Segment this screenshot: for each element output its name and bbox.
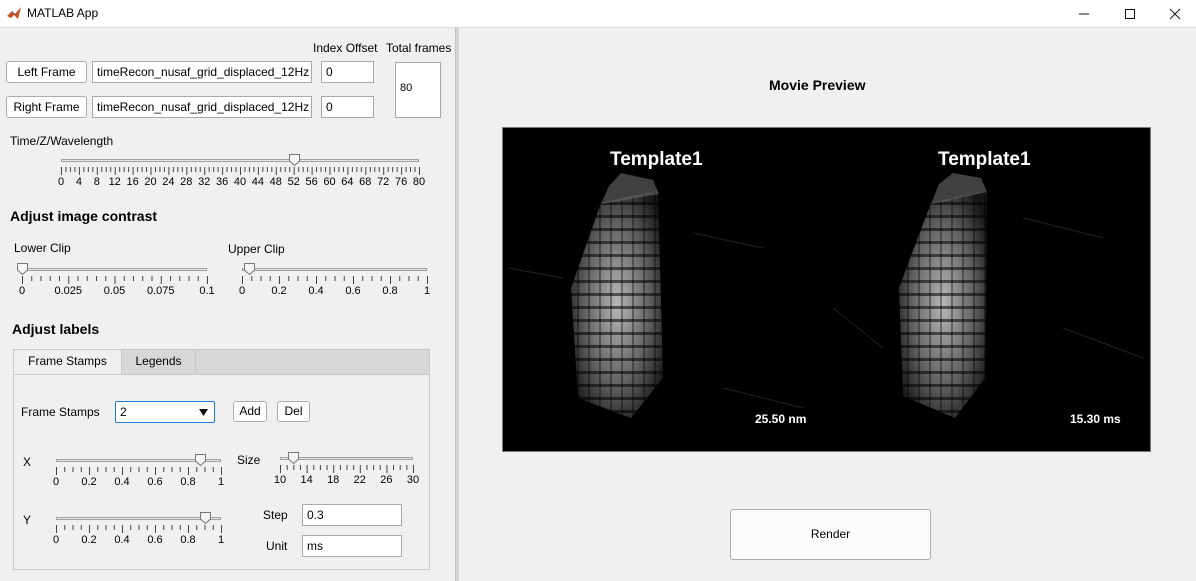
slider-thumb[interactable] (194, 454, 206, 466)
time-slider-label: Time/Z/Wavelength (10, 134, 114, 148)
movie-preview-image: Template1 Template1 25.50 nm 15.30 ms (502, 127, 1151, 452)
slider-tick-label: 1 (423, 285, 431, 297)
slider-tick-label: 0 (238, 285, 246, 297)
index-offset-label: Index Offset (313, 41, 378, 55)
tab-strip: Frame Stamps Legends (14, 350, 429, 375)
slider-tick-label: 22 (353, 474, 366, 486)
frame-stamps-dropdown[interactable]: 2 (115, 401, 215, 423)
maximize-button[interactable] (1107, 0, 1153, 27)
size-label: Size (237, 453, 261, 467)
slider-tick-label: 26 (380, 474, 393, 486)
render-button[interactable]: Render (730, 509, 931, 560)
minimize-icon (1079, 13, 1089, 15)
left-frame-object (571, 173, 663, 418)
frame-stamps-value: 2 (120, 405, 127, 419)
unit-field[interactable]: ms (302, 535, 402, 557)
slider-tick-label: 0.8 (180, 534, 196, 546)
slider-tick-label: 10 (273, 474, 287, 486)
slider-thumb[interactable] (244, 263, 256, 275)
right-file-field[interactable]: timeRecon_nusaf_grid_displaced_12Hz (92, 96, 312, 118)
left-frame-stamp: 25.50 nm (755, 412, 807, 426)
slider-tick-label: 0.8 (382, 285, 398, 297)
slider-tick-label: 18 (327, 474, 340, 486)
window-title: MATLAB App (27, 6, 99, 20)
title-bar: MATLAB App (0, 0, 1196, 28)
close-button[interactable] (1152, 0, 1196, 27)
right-frame-button[interactable]: Right Frame (6, 96, 87, 118)
left-frame-title: Template1 (610, 149, 703, 170)
slider-tick-label: 0.1 (199, 285, 215, 297)
step-label: Step (263, 508, 288, 522)
slider-tick-label: 0.6 (147, 476, 163, 488)
labels-heading: Adjust labels (12, 321, 100, 337)
slider-tick-label: 0.2 (81, 534, 97, 546)
right-frame-object (899, 173, 987, 418)
slider-tick-label: 0.4 (308, 285, 324, 297)
unit-label: Unit (266, 539, 288, 553)
add-button[interactable]: Add (233, 401, 267, 422)
slider-ticks (56, 467, 222, 475)
slider-tick-label: 0 (52, 476, 60, 488)
slider-tick-label: 0 (18, 285, 26, 297)
right-index-offset-field[interactable]: 0 (321, 96, 374, 118)
slider-thumb[interactable] (17, 263, 28, 275)
slider-ticks (61, 167, 420, 175)
slider-ticks (22, 276, 208, 284)
left-index-offset-field[interactable]: 0 (321, 61, 374, 83)
slider-tick-label: 1 (217, 534, 225, 546)
tab-frame-stamps[interactable]: Frame Stamps (14, 350, 122, 374)
frame-stamps-label: Frame Stamps (21, 405, 100, 419)
contrast-heading: Adjust image contrast (10, 208, 158, 224)
slider-track[interactable] (61, 159, 419, 162)
chevron-down-icon (199, 409, 208, 416)
step-field[interactable]: 0.3 (302, 504, 402, 526)
slider-track[interactable] (22, 268, 207, 271)
slider-tick-label: 0.4 (114, 476, 130, 488)
slider-tick-label: 30 (406, 474, 420, 486)
slider-tick-label: 0.075 (146, 285, 175, 297)
left-frame-button[interactable]: Left Frame (6, 61, 87, 83)
slider-ticks (280, 465, 414, 473)
slider-track[interactable] (242, 268, 427, 271)
upper-clip-label: Upper Clip (228, 242, 285, 256)
slider-tick-label: 0.05 (103, 285, 126, 297)
slider-thumb[interactable] (288, 452, 300, 464)
total-frames-field: 80 (395, 62, 441, 118)
total-frames-label: Total frames (386, 41, 452, 55)
slider-ticks (56, 525, 222, 533)
slider-tick-label: 0 (52, 534, 60, 546)
lower-clip-label: Lower Clip (14, 241, 71, 255)
slider-ticks (242, 276, 428, 284)
tab-legends[interactable]: Legends (122, 350, 196, 373)
slider-thumb[interactable] (199, 512, 211, 524)
slider-track[interactable] (56, 517, 221, 520)
slider-tick-label: 0.025 (54, 285, 83, 297)
slider-tick-label: 0.6 (345, 285, 361, 297)
maximize-icon (1125, 9, 1135, 19)
slider-tick-label: 1 (217, 476, 225, 488)
y-label: Y (23, 513, 32, 527)
slider-tick-label: 0.6 (147, 534, 163, 546)
close-icon (1169, 8, 1181, 20)
right-frame-stamp: 15.30 ms (1070, 412, 1121, 426)
slider-track[interactable] (280, 457, 413, 460)
x-label: X (23, 455, 32, 469)
minimize-button[interactable] (1061, 0, 1107, 27)
slider-tick-label: 0.2 (271, 285, 287, 297)
slider-thumb[interactable] (288, 154, 300, 166)
slider-tick-label: 0.8 (180, 476, 196, 488)
preview-title: Movie Preview (769, 77, 866, 93)
del-button[interactable]: Del (277, 401, 310, 422)
left-file-field[interactable]: timeRecon_nusaf_grid_displaced_12Hz (92, 61, 312, 83)
right-frame-title: Template1 (938, 149, 1031, 170)
slider-tick-label: 0.2 (81, 476, 97, 488)
slider-tick-label: 14 (300, 474, 313, 486)
slider-tick-label: 80 (412, 176, 426, 188)
matlab-icon (7, 7, 21, 19)
preview-frames (507, 173, 1144, 418)
slider-tick-label: 0.4 (114, 534, 130, 546)
